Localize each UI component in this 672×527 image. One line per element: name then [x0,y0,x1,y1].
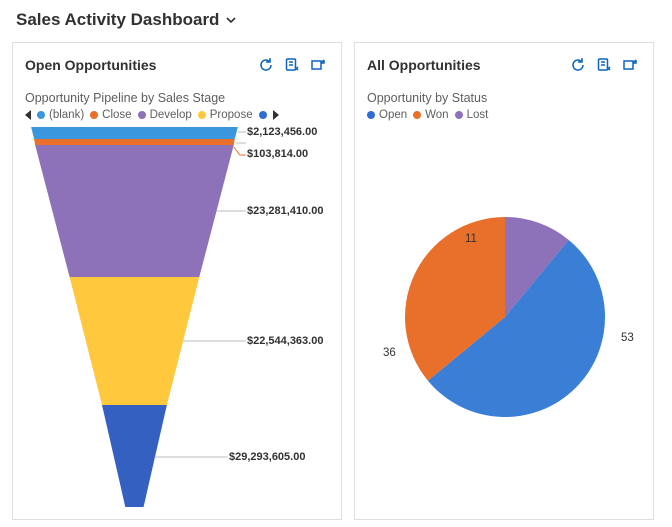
legend-blank[interactable]: (blank) [37,109,84,121]
legend-won[interactable]: Won [413,109,448,121]
refresh-button[interactable] [565,53,591,77]
panel-all-opportunities: All Opportunities Opportunity by Status … [354,42,654,520]
pie-legend: Open Won Lost [367,109,641,121]
pie-label-open: 53 [621,332,634,344]
funnel-label-develop: $23,281,410.00 [247,205,323,217]
view-records-button[interactable] [279,53,305,77]
legend-develop[interactable]: Develop [138,109,192,121]
panel-body: Opportunity Pipeline by Sales Stage (bla… [13,87,341,519]
legend-open[interactable]: Open [367,109,407,121]
panel-title: Open Opportunities [25,57,253,73]
panel-header: All Opportunities [355,43,653,87]
legend-next-icon[interactable] [273,110,279,120]
page-title: Sales Activity Dashboard [16,10,219,30]
page-title-row[interactable]: Sales Activity Dashboard [12,6,660,42]
panel-title: All Opportunities [367,57,565,73]
funnel-label-blank: $2,123,456.00 [247,126,317,138]
legend-prev-icon[interactable] [25,110,31,120]
chart-title: Opportunity Pipeline by Sales Stage [25,91,329,105]
legend-lost[interactable]: Lost [455,109,489,121]
view-records-button[interactable] [591,53,617,77]
pie-chart[interactable]: 11 53 36 [367,127,641,487]
panel-body: Opportunity by Status Open Won Lost [355,87,653,519]
pie-label-won: 36 [383,347,396,359]
funnel-chart[interactable]: $2,123,456.00 $103,814.00 $23,281,410.00… [25,127,329,507]
chevron-down-icon [225,14,237,26]
legend-qualify[interactable] [259,111,267,119]
legend-propose[interactable]: Propose [198,109,253,121]
expand-button[interactable] [617,53,643,77]
panel-header: Open Opportunities [13,43,341,87]
panel-open-opportunities: Open Opportunities Opportunity Pipeline … [12,42,342,520]
funnel-legend: (blank) Close Develop Propose [25,109,329,121]
legend-close[interactable]: Close [90,109,131,121]
funnel-label-close: $103,814.00 [247,148,308,160]
pie-label-lost: 11 [465,233,477,245]
chart-title: Opportunity by Status [367,91,641,105]
funnel-label-propose: $22,544,363.00 [247,335,323,347]
refresh-button[interactable] [253,53,279,77]
funnel-label-qualify: $29,293,605.00 [229,451,305,463]
expand-button[interactable] [305,53,331,77]
